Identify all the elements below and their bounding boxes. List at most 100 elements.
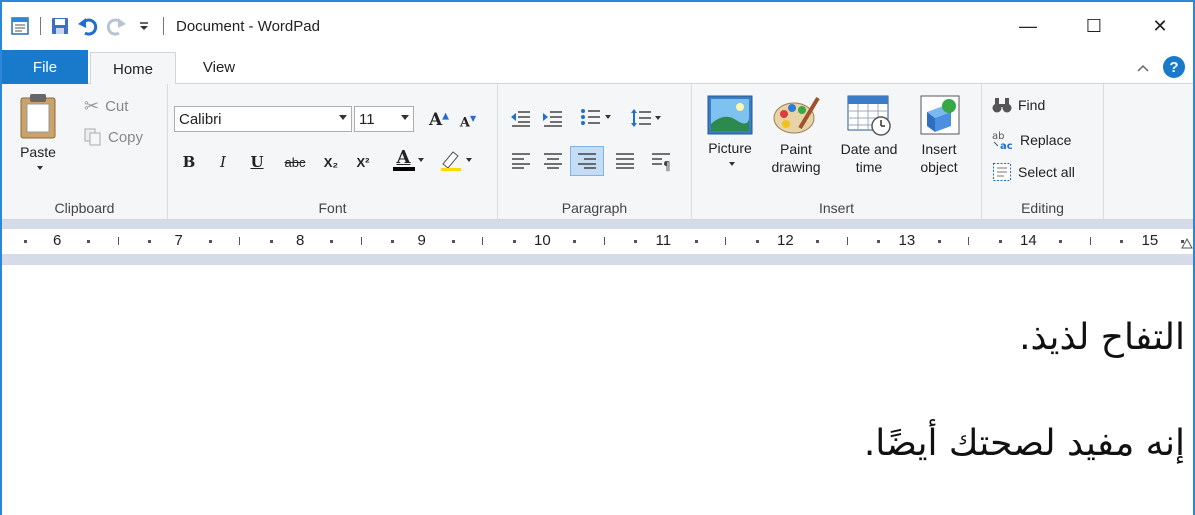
ruler-number: 14 (1020, 232, 1037, 249)
picture-label: Picture (708, 140, 752, 156)
close-button[interactable]: ✕ (1127, 2, 1193, 50)
paragraph-dialog-icon[interactable]: ¶ (650, 152, 672, 172)
insert-group-label: Insert (818, 200, 854, 216)
ruler-dot (877, 240, 881, 243)
replace-button[interactable]: ab ac Replace (992, 130, 1071, 150)
line-spacing-dropdown-icon (655, 116, 661, 120)
font-color-button[interactable]: A (390, 146, 426, 174)
undo-icon[interactable] (77, 15, 99, 37)
document-line-2[interactable]: إنه مفيد لصحتك أيضًا. (864, 423, 1185, 464)
editing-group: Find ab ac Replace Select all Editing (982, 84, 1104, 220)
date-time-label-1: Date and (840, 141, 898, 157)
grow-font-button[interactable]: A▲ (426, 106, 452, 134)
cut-button[interactable]: ✂ Cut (84, 96, 128, 117)
save-icon[interactable] (49, 15, 71, 37)
ruler-dot (87, 240, 91, 243)
ruler-tick (117, 237, 119, 245)
wordpad-window: Document - WordPad — ☐ ✕ File Home View … (0, 0, 1195, 515)
increase-indent-icon[interactable] (542, 110, 564, 128)
underline-button[interactable]: U (246, 148, 268, 176)
tab-view[interactable]: View (180, 50, 258, 84)
shrink-font-icon: A▼ (459, 113, 477, 131)
find-label: Find (1018, 97, 1046, 113)
ruler-number: 7 (174, 232, 183, 249)
document-area[interactable]: التفاح لذيذ. إنه مفيد لصحتك أيضًا. (2, 265, 1193, 515)
ribbon-right-controls: ? (1137, 56, 1185, 78)
copy-button[interactable]: Copy (84, 128, 143, 146)
superscript-button[interactable]: X² (350, 148, 376, 176)
window-controls: — ☐ ✕ (995, 2, 1193, 50)
decrease-indent-icon[interactable] (510, 110, 532, 128)
select-all-icon (993, 163, 1011, 181)
editing-group-label: Editing (1021, 200, 1064, 216)
ruler-number: 15 (1141, 232, 1159, 249)
picture-icon (707, 95, 753, 135)
paste-label: Paste (20, 144, 56, 160)
paragraph-group-label: Paragraph (561, 200, 628, 216)
ruler[interactable]: 6 7 8 9 10 11 12 13 14 15 (2, 229, 1193, 254)
align-right-button[interactable] (570, 146, 604, 176)
font-family-dropdown-icon (339, 115, 347, 120)
ruler-dot (816, 240, 820, 243)
ribbon-home: Paste ✂ Cut Copy Clipboard Calibri 11 A▲… (2, 84, 1193, 220)
grow-font-icon: A▲ (428, 110, 450, 130)
ribbon-tabs: File Home View ? (2, 50, 1193, 85)
wordpad-icon[interactable] (10, 15, 32, 37)
bullets-icon (581, 109, 600, 125)
qat-separator (40, 17, 41, 35)
select-all-button[interactable]: Select all (992, 162, 1075, 182)
justify-icon[interactable] (614, 152, 636, 170)
maximize-button[interactable]: ☐ (1061, 2, 1127, 50)
insert-object-label-1: Insert (921, 141, 957, 157)
tab-file[interactable]: File (2, 50, 88, 84)
binoculars-icon (992, 98, 1012, 113)
bullets-button[interactable] (580, 108, 611, 126)
font-size-combo[interactable]: 11 (354, 106, 414, 132)
redo-icon[interactable] (105, 15, 127, 37)
quick-access-toolbar: Document - WordPad (2, 2, 320, 50)
align-left-icon[interactable] (510, 152, 532, 170)
window-title: Document - WordPad (176, 17, 320, 35)
picture-button[interactable]: Picture (700, 94, 760, 166)
minimize-icon: — (1019, 15, 1037, 36)
ruler-dot (755, 240, 759, 243)
title-separator (163, 17, 164, 35)
clipboard-group-label: Clipboard (54, 200, 115, 216)
find-button[interactable]: Find (992, 96, 1045, 114)
clipboard-group: Paste ✂ Cut Copy Clipboard (2, 84, 168, 220)
bold-button[interactable]: B (178, 148, 200, 176)
svg-text:ac: ac (1000, 141, 1013, 150)
strikethrough-button[interactable]: abc (278, 148, 312, 176)
customize-icon[interactable] (133, 15, 155, 37)
insert-object-label-2: object (920, 159, 958, 175)
collapse-ribbon-icon[interactable] (1137, 59, 1149, 76)
calendar-clock-icon (847, 95, 891, 136)
minimize-button[interactable]: — (995, 2, 1061, 50)
picture-dropdown-icon (728, 162, 735, 166)
ruler-dot (1180, 240, 1184, 243)
subscript-button[interactable]: X₂ (318, 148, 344, 176)
document-line-1[interactable]: التفاح لذيذ. (1019, 317, 1185, 358)
ruler-dot (634, 240, 638, 243)
font-color-swatch (392, 167, 415, 171)
maximize-icon: ☐ (1085, 15, 1103, 36)
line-spacing-button[interactable] (630, 108, 661, 128)
cut-label: Cut (105, 98, 129, 115)
paint-drawing-button[interactable]: Paint drawing (764, 94, 828, 176)
insert-object-button[interactable]: Insert object (908, 94, 970, 176)
shrink-font-button[interactable]: A▼ (456, 108, 480, 136)
italic-button[interactable]: I (212, 148, 234, 176)
ruler-dot (330, 240, 334, 243)
font-family-combo[interactable]: Calibri (174, 106, 352, 132)
highlight-button[interactable] (434, 146, 476, 174)
insert-object-icon (920, 95, 960, 135)
ruler-dot (451, 240, 455, 243)
tab-home[interactable]: Home (90, 52, 176, 85)
paste-button[interactable]: Paste (12, 92, 64, 190)
date-time-button[interactable]: Date and time (832, 94, 906, 176)
ruler-tick (968, 237, 970, 245)
align-center-icon[interactable] (542, 152, 564, 170)
ruler-dot (512, 240, 516, 243)
help-icon[interactable]: ? (1163, 56, 1185, 78)
paste-dropdown-icon (36, 166, 43, 170)
